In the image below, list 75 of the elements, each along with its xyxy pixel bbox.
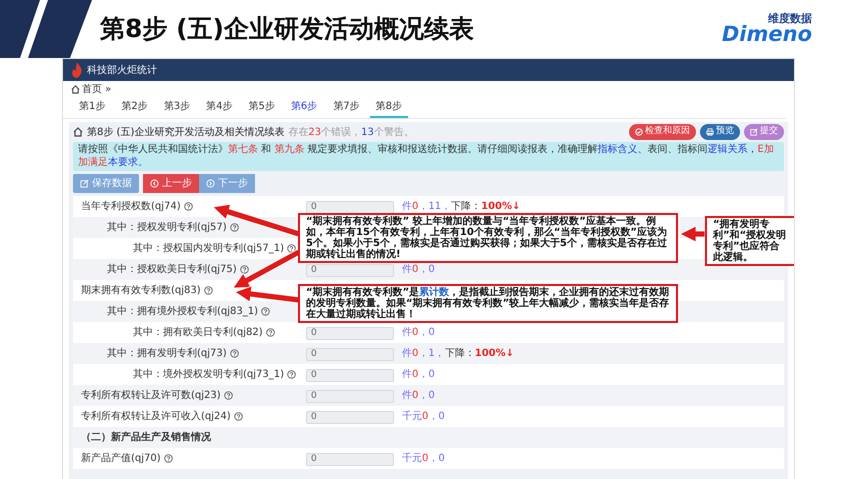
callout-note: “拥有发明专利”和“授权发明专利”也应符合此逻辑。 [705,216,794,266]
step-tab[interactable]: 第1步 [73,97,112,118]
edit-icon [80,179,89,188]
comparison-note: 千元0，0 [401,452,445,466]
comparison-note: 件0，0 [401,389,435,403]
value-field[interactable]: 0 [306,264,394,278]
breadcrumb-link[interactable]: 首页 » [82,82,112,96]
notice-banner: 请按照《中华人民共和国统计法》第七条 和 第九条 规定要求填报、审核和报送统计数据。请仔细阅读报表，准确理解指标含义、表间、指标间逻辑关系，E加加满足本要求。 [73,142,784,171]
field-label: 其中：授权欧美日专利(qj75) [107,262,237,277]
step-tab[interactable]: 第2步 [115,97,154,118]
help-icon[interactable] [224,391,233,400]
printer-icon [706,128,714,136]
logo-text: 维度数据 [768,13,812,24]
help-icon[interactable] [184,202,193,211]
help-icon[interactable] [261,307,270,316]
comparison-note: 千元0，0 [401,410,445,424]
help-icon[interactable] [164,454,173,463]
check-icon [635,128,643,136]
field-label: 其中：拥有欧美日专利(qj82) [133,326,263,340]
help-icon[interactable] [266,328,275,337]
edit-icon [750,128,758,136]
callout-note: “期末拥有有效专利数”是累计数，是指截止到报告期末，企业拥有的还末过有效期的发明专利数量。如果“期末拥有有效专利数”较上年大幅减少，需核实当年是否存在大量过期或转让出售！ [298,284,678,323]
field-label: 其中：授权国内发明专利(qj57_1) [133,242,284,256]
preview-button[interactable]: 预览 [700,124,740,140]
value-field[interactable]: 0 [306,453,394,466]
flame-icon [71,62,83,78]
step-tab[interactable]: 第4步 [200,97,238,118]
help-icon[interactable] [234,412,243,421]
check-button[interactable]: 检查和原因 [629,124,696,140]
value-field[interactable]: 0 [306,201,394,214]
field-label: 期末拥有有效专利数(qj83) [81,284,201,298]
slide-title: 第8步 (五)企业研发活动概况续表 [100,13,474,46]
home-icon [71,84,80,94]
field-label: 当年专利授权数(qj74) [81,200,181,214]
value-field[interactable]: 0 [306,390,394,404]
field-label: 其中：拥有发明专利(qj73) [107,346,227,361]
callout-note: “期末拥有有效专利数” 较上年增加的数量与“当年专利授权数”应基本一致。例如，本年有15个有效专利，上年有10个有效专利，那么“当年专利授权数”应该为5个。如果小于5个，需核实是否通过购买获得；如果大于5个，需核实是否存在过期或转让出售的情况! [298,213,678,263]
logo-wordmark: Dimeno [722,24,812,45]
field-label: 专利所有权转让及许可收入(qj24) [81,410,231,424]
comparison-note: 件0，1，下降：100%↓ [401,347,514,361]
value-field[interactable]: 0 [306,369,394,382]
field-label: 其中：境外授权发明专利(qj73_1) [133,368,284,382]
previous-step-button[interactable]: 上一步 [143,174,199,193]
next-step-button[interactable]: 下一步 [199,174,255,193]
app-title: 科技部火炬统计 [87,64,157,78]
panel-title: 第8步 (五)企业研究开发活动及相关情况续表 [87,126,284,140]
help-icon[interactable] [204,286,213,295]
field-label: 其中：拥有境外授权专利(qj83_1) [107,304,258,319]
section-heading: （二）新产品生产及销售情况 [80,430,211,445]
field-label: 新产品产值(qj70) [81,452,161,466]
field-label: 其中：授权发明专利(qj57) [107,220,227,235]
help-icon[interactable] [230,223,239,232]
comparison-note: 件0，0 [401,326,435,340]
help-icon[interactable] [287,244,296,253]
save-button[interactable]: 保存数据 [73,174,139,193]
home-icon [73,127,83,137]
step-tab[interactable]: 第6步 [284,97,324,118]
step-tab[interactable]: 第7步 [327,97,366,118]
back-icon [150,179,159,188]
submit-button[interactable]: 提交 [744,124,784,140]
value-field[interactable]: 0 [306,327,394,340]
value-field[interactable]: 0 [306,411,394,424]
step-tab[interactable]: 第5步 [242,97,281,118]
help-icon[interactable] [287,370,296,379]
comparison-note: 件0，0 [401,263,435,277]
comparison-note: 件0，11，下降：100%↓ [401,200,520,214]
field-label: 专利所有权转让及许可数(qj23) [81,388,221,403]
step-tab[interactable]: 第8步 [370,97,408,118]
forward-icon [206,179,215,188]
comparison-note: 件0，0 [401,368,435,382]
value-field[interactable]: 0 [306,348,394,362]
help-icon[interactable] [240,265,249,274]
step-tab[interactable]: 第3步 [158,97,196,118]
help-icon[interactable] [230,349,239,358]
validation-status: 存在23个错误，13个警告。 [288,126,414,140]
